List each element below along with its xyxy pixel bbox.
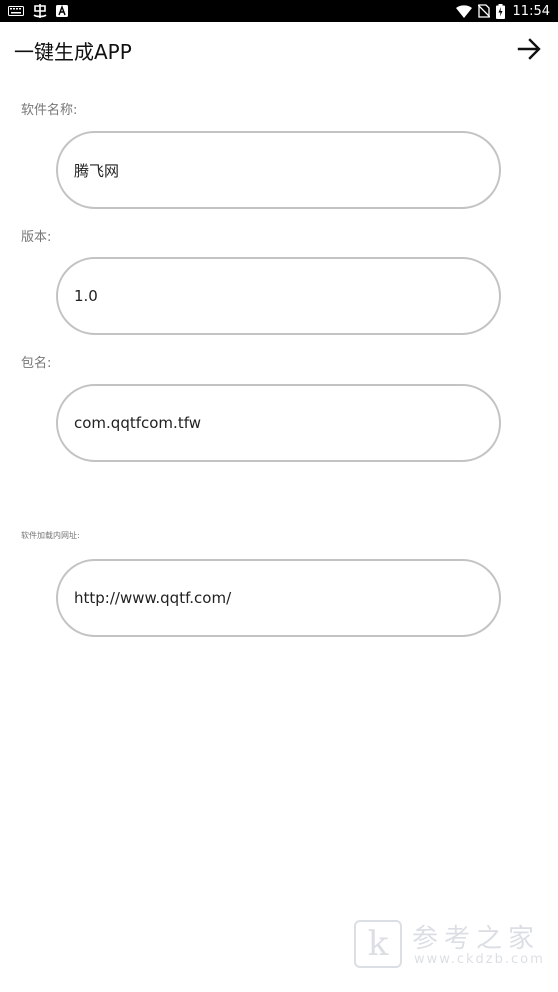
page-title: 一键生成APP xyxy=(14,40,132,64)
battery-charging-icon xyxy=(495,3,505,19)
keyboard-icon xyxy=(8,5,24,17)
url-field-container xyxy=(56,559,501,637)
status-time: 11:54 xyxy=(512,3,550,19)
watermark-url: www.ckdzb.com xyxy=(414,952,545,967)
app-name-field-container xyxy=(56,131,501,209)
status-bar-right: 11:54 xyxy=(455,2,550,20)
package-label: 包名: xyxy=(21,356,52,371)
status-bar-left xyxy=(8,2,68,20)
version-label: 版本: xyxy=(21,230,52,245)
package-field-container xyxy=(56,384,501,462)
status-bar: 11:54 xyxy=(0,0,558,22)
app-name-label: 软件名称: xyxy=(21,103,78,118)
version-field-container xyxy=(56,257,501,335)
app-bar: 一键生成APP xyxy=(0,22,558,76)
watermark-text: 参考之家 xyxy=(412,924,541,954)
url-label: 软件加载内网址: xyxy=(21,531,80,540)
url-input[interactable] xyxy=(74,589,499,607)
wifi-icon xyxy=(455,4,472,18)
package-input[interactable] xyxy=(74,414,499,432)
a-box-icon xyxy=(56,5,68,17)
app-notification-icon xyxy=(32,3,48,19)
watermark-logo: k xyxy=(354,920,402,968)
watermark: k 参考之家 www.ckdzb.com xyxy=(354,918,554,974)
app-name-input[interactable] xyxy=(74,161,499,179)
arrow-forward-icon[interactable] xyxy=(516,36,542,62)
no-sim-icon xyxy=(477,4,490,18)
version-input[interactable] xyxy=(74,287,499,305)
